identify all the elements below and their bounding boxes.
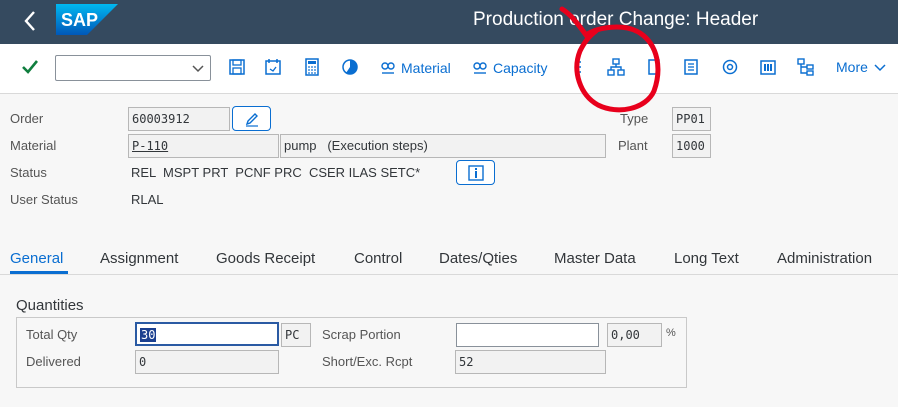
component-icon[interactable] <box>721 58 739 76</box>
operations-icon[interactable] <box>682 58 700 76</box>
info-icon <box>468 165 484 181</box>
tab-assignment[interactable]: Assignment <box>100 250 178 267</box>
scrap-percent-field: 0,00 <box>607 323 662 347</box>
chevron-down-icon <box>874 64 886 72</box>
tab-administration[interactable]: Administration <box>777 250 872 267</box>
total-qty-input[interactable]: 30 <box>135 322 279 346</box>
material-field[interactable]: P-110 <box>128 134 279 158</box>
active-tab-indicator <box>10 271 68 274</box>
plant-field[interactable]: 1000 <box>672 134 711 158</box>
checkmark-icon[interactable] <box>20 57 40 77</box>
total-qty-value: 30 <box>140 328 157 342</box>
order-label: Order <box>10 111 44 126</box>
order-field[interactable]: 60003912 <box>128 107 230 131</box>
tab-master-data[interactable]: Master Data <box>554 250 636 267</box>
edit-order-button[interactable] <box>232 106 271 131</box>
page-title: Production order Change: Header <box>473 9 759 30</box>
scrap-portion-label: Scrap Portion <box>322 327 401 342</box>
user-status-label: User Status <box>10 192 78 207</box>
status-info-button[interactable] <box>456 160 495 185</box>
capacity-button-label: Capacity <box>493 60 548 76</box>
percent-symbol: % <box>666 327 676 339</box>
list-icon[interactable] <box>570 58 588 76</box>
delivered-label: Delivered <box>26 354 81 369</box>
status-label: Status <box>10 165 47 180</box>
sap-logo: SAP <box>56 4 118 35</box>
material-button[interactable]: Material <box>380 57 451 79</box>
user-status-value: RLAL <box>131 192 164 207</box>
tab-dates-qties[interactable]: Dates/Qties <box>439 250 517 267</box>
back-icon[interactable] <box>18 8 42 34</box>
capacity-button[interactable]: Capacity <box>472 57 547 79</box>
tab-goods-receipt[interactable]: Goods Receipt <box>216 250 315 267</box>
total-qty-label: Total Qty <box>26 327 78 342</box>
hierarchy-icon[interactable] <box>607 58 625 76</box>
material-description: pump (Execution steps) <box>280 134 606 158</box>
tab-bar: General Assignment Goods Receipt Control… <box>0 240 898 275</box>
command-dropdown[interactable] <box>55 55 211 81</box>
shell-bar: SAP Production order Change: Header <box>0 0 898 44</box>
sap-logo-text: SAP <box>61 10 98 30</box>
toolbar: Material Capacity More <box>0 44 898 94</box>
edit-icon <box>245 113 258 127</box>
pie-chart-icon[interactable] <box>341 58 359 76</box>
unit-field: PC <box>281 323 311 347</box>
material-link[interactable]: P-110 <box>132 139 168 153</box>
chevron-down-icon <box>192 65 204 73</box>
tab-control[interactable]: Control <box>354 250 402 267</box>
calculator-icon[interactable] <box>303 58 321 76</box>
more-button[interactable]: More <box>836 59 886 75</box>
quantities-title: Quantities <box>16 297 84 314</box>
more-button-label: More <box>836 59 868 75</box>
scrap-portion-input[interactable] <box>456 323 599 347</box>
status-value: REL MSPT PRT PCNF PRC CSER ILAS SETC* <box>131 165 421 180</box>
type-field[interactable]: PP01 <box>672 107 711 131</box>
delivered-field: 0 <box>135 350 279 374</box>
type-label: Type <box>620 111 649 126</box>
capacity-icon <box>473 62 487 74</box>
calendar-sync-icon[interactable] <box>264 58 282 76</box>
save-icon[interactable] <box>228 58 246 76</box>
production-resources-icon[interactable] <box>759 58 777 76</box>
plant-label: Plant <box>618 138 648 153</box>
short-exc-rcpt-label: Short/Exc. Rcpt <box>322 354 413 369</box>
material-label: Material <box>10 138 57 153</box>
tab-long-text[interactable]: Long Text <box>674 250 739 267</box>
tab-general[interactable]: General <box>10 250 63 267</box>
material-button-label: Material <box>401 60 451 76</box>
structure-icon[interactable] <box>797 58 815 76</box>
short-exc-rcpt-field: 52 <box>455 350 606 374</box>
material-icon <box>381 62 395 74</box>
document-icon[interactable] <box>645 58 663 76</box>
